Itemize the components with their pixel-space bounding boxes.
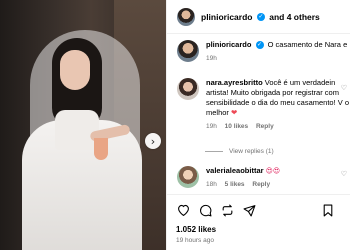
reply-button[interactable]: Reply	[252, 181, 270, 188]
action-icons	[176, 203, 264, 217]
post-header: plinioricardo ✓ and 4 others	[167, 0, 350, 34]
comment-time: 19h	[206, 123, 217, 130]
repost-icon	[222, 204, 232, 216]
caption-username[interactable]: plinioricardo	[206, 40, 251, 49]
verified-badge-icon: ✓	[256, 13, 265, 22]
comment-button[interactable]	[198, 203, 212, 217]
heart-icon	[177, 204, 189, 216]
save-button[interactable]	[321, 203, 335, 217]
comment-time: 18h	[206, 181, 217, 188]
comment-icon	[199, 204, 211, 216]
caption-time: 19h	[206, 55, 217, 62]
post-time[interactable]: 19 hours ago	[176, 237, 214, 244]
like-button[interactable]	[176, 203, 190, 217]
send-icon	[243, 204, 255, 216]
comment-likes[interactable]: 5 likes	[225, 181, 245, 188]
photo-bodice	[55, 110, 99, 150]
avatar[interactable]	[177, 166, 199, 188]
comment-meta: 19h 10 likes Reply	[206, 122, 350, 132]
comment-username[interactable]: valerialeaobittar	[206, 166, 264, 175]
heart-eyes-emoji: 😍😍	[265, 167, 281, 175]
post-panel: plinioricardo ✓ and 4 others plinioricar…	[166, 0, 350, 250]
avatar[interactable]	[177, 40, 199, 62]
avatar[interactable]	[177, 7, 195, 26]
header-username[interactable]: plinioricardo	[201, 12, 252, 22]
caption-text: O casamento de Nara e	[267, 40, 348, 49]
share-button[interactable]	[242, 203, 256, 217]
header-title: plinioricardo ✓ and 4 others	[201, 12, 320, 22]
bookmark-icon	[323, 204, 333, 216]
caption-meta: 19h	[206, 54, 350, 64]
verified-badge-icon: ✓	[255, 41, 264, 50]
post-photo[interactable]: ›	[0, 0, 166, 250]
header-and-others[interactable]: and 4 others	[269, 12, 320, 22]
likes-count[interactable]: 1.052 likes	[176, 225, 216, 234]
comment-likes[interactable]: 10 likes	[225, 123, 249, 130]
action-bar: 1.052 likes 19 hours ago	[167, 194, 350, 250]
like-comment-heart-icon[interactable]: ♡	[341, 170, 347, 178]
caption: plinioricardo ✓ O casamento de Nara e 19…	[177, 40, 350, 64]
comment-username[interactable]: nara.ayresbritto	[206, 78, 263, 87]
comment-item: nara.ayresbritto Você é um verdadein art…	[177, 78, 350, 132]
photo-face	[60, 50, 90, 90]
red-heart-emoji: ❤	[231, 108, 238, 117]
view-replies-label: View replies (1)	[229, 148, 274, 155]
like-comment-heart-icon[interactable]: ♡	[341, 84, 347, 92]
chevron-right-icon: ›	[150, 134, 156, 148]
next-photo-button[interactable]: ›	[145, 133, 161, 149]
reply-button[interactable]: Reply	[256, 123, 274, 130]
comment-item: valerialeaobittar 😍😍 18h 5 likes Reply ♡	[177, 166, 350, 190]
avatar[interactable]	[177, 78, 199, 100]
comment-meta: 18h 5 likes Reply	[206, 180, 350, 190]
replies-divider	[205, 151, 223, 152]
view-replies-button[interactable]: View replies (1)	[205, 148, 274, 155]
repost-button[interactable]	[220, 203, 234, 217]
photo-glass	[94, 138, 108, 160]
